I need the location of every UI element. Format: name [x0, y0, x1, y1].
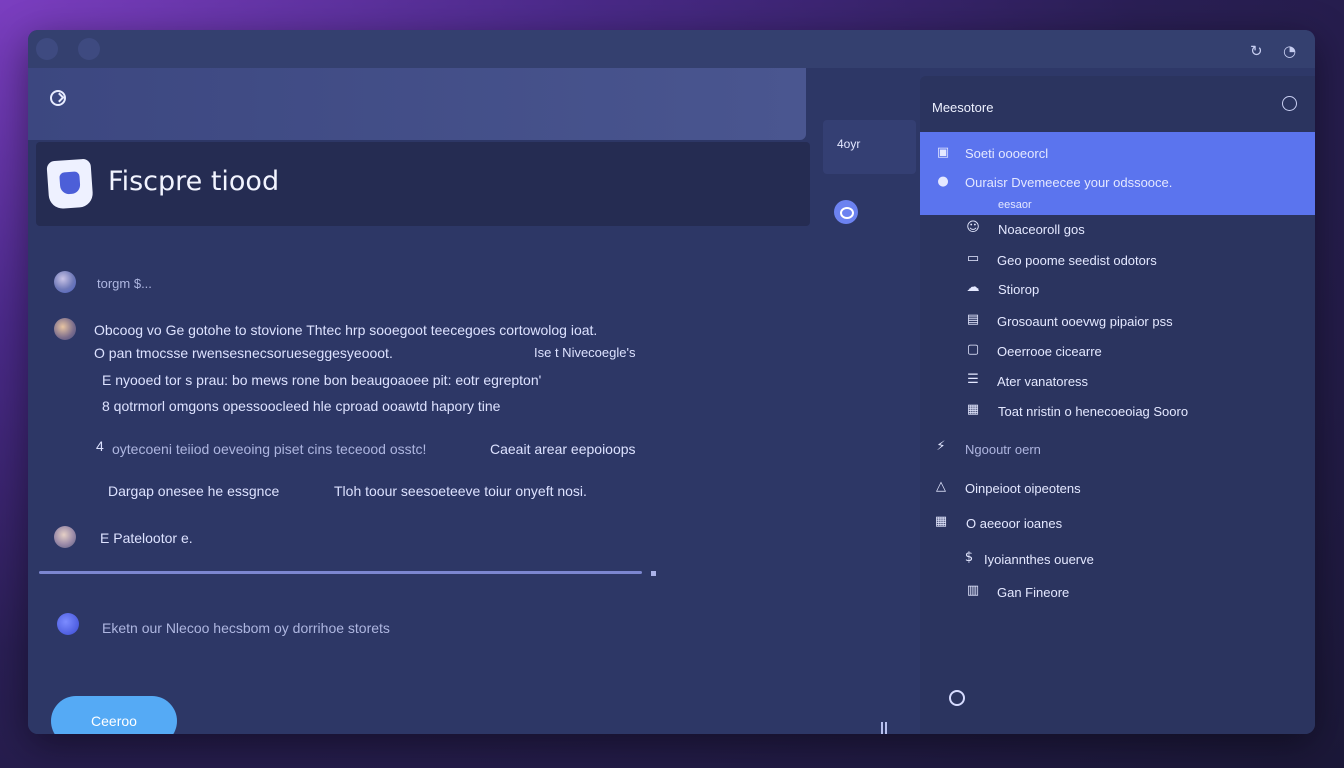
monitor-icon: ▭ [966, 251, 980, 266]
message-line: Tloh toour seesoeteeve toiur onyeft nosi… [334, 483, 587, 499]
cloud-icon: ☁ [966, 280, 980, 295]
sidebar-item[interactable]: Soeti oooeorcl [965, 146, 1048, 161]
message-line: O pan tmocsse rwensesnecsorueseggesyeooo… [94, 345, 393, 361]
list-icon: ☰ [967, 372, 979, 387]
user-icon: ☺ [966, 220, 980, 235]
message-line: E nyooed tor s prau: bo mews rone bon be… [102, 372, 542, 388]
clock-icon[interactable]: ◔ [1283, 42, 1296, 60]
message-line: 8 qotrmorl omgons opessoocleed hle cproa… [102, 398, 501, 414]
progress-handle[interactable] [651, 571, 656, 576]
profile-icon[interactable] [78, 38, 100, 60]
primary-button[interactable]: Ceeroo [51, 696, 177, 734]
sidebar-item[interactable]: Grosoaunt ooevwg pipaior pss [997, 314, 1173, 329]
sidebar-section-label[interactable]: Ngooutr oern [965, 442, 1041, 457]
avatar[interactable] [57, 613, 79, 635]
controller-icon: ▣ [936, 145, 950, 160]
sidebar-item[interactable]: Ater vanatoress [997, 374, 1088, 389]
grid-icon: ▥ [966, 583, 980, 598]
sidebar-item[interactable]: Oinpeioot oipeotens [965, 481, 1081, 496]
sidebar-title: Meesotore [932, 100, 994, 115]
avatar[interactable] [54, 318, 76, 340]
tab-label: 4oyr [837, 137, 861, 151]
refresh-icon[interactable]: ↻ [1250, 42, 1263, 60]
triangle-icon: △ [936, 479, 946, 494]
settings-icon[interactable] [949, 690, 965, 706]
top-bar [28, 68, 806, 140]
sidebar-highlight[interactable] [920, 132, 1315, 215]
message-line: Obcoog vo Ge gotohe to stovione Thtec hr… [94, 322, 598, 338]
sidebar-item[interactable]: O aeeoor ioanes [966, 516, 1062, 531]
lock-icon: ▢ [966, 342, 980, 357]
sidebar-item[interactable]: Iyoiannthes ouerve [984, 552, 1094, 567]
sidebar-item[interactable]: Ouraisr Dvemeecee your odssooce. [965, 175, 1172, 190]
avatar[interactable] [54, 271, 76, 293]
middle-tab[interactable]: 4oyr [823, 120, 916, 174]
message-line: 4 [96, 438, 104, 454]
sidebar-item[interactable]: Geo poome seedist odotors [997, 253, 1157, 268]
message-author: torgm $... [97, 276, 152, 291]
avatar[interactable] [54, 526, 76, 548]
clock-icon[interactable] [50, 90, 66, 106]
message-author: E Patelootor e. [100, 530, 193, 546]
user-circle-icon: ● [937, 174, 949, 189]
image-icon: ▦ [966, 402, 980, 417]
calendar-icon: ▦ [934, 514, 948, 529]
footer-text: Eketn our Nlecoo hecsbom oy dorrihoe sto… [102, 620, 390, 636]
back-icon[interactable] [36, 38, 58, 60]
sidebar: Meesotore ▣ Soeti oooeorcl ● Ouraisr Dve… [920, 76, 1315, 734]
message-line: Ise t Nivecoegle's [534, 345, 636, 360]
message-line: Caeait arear eepoioops [490, 441, 636, 457]
main-panel: Fiscpre tiood torgm $... Obcoog vo Ge go… [28, 68, 920, 734]
dollar-icon: $ [964, 550, 974, 565]
app-window: ↻ ◔ Fiscpre tiood torgm $... Obcoog vo G… [28, 30, 1315, 734]
sidebar-item[interactable]: Oeerrooe cicearre [997, 344, 1102, 359]
shield-logo-icon [46, 158, 94, 210]
title-bar: ↻ ◔ [28, 30, 1315, 68]
sidebar-item-sub: eesaor [998, 199, 1032, 211]
message-line: oytecoeni teiiod oeveoing piset cins tec… [112, 441, 427, 457]
progress-bar [39, 571, 642, 574]
sidebar-item[interactable]: Noaceoroll gos [998, 222, 1085, 237]
sidebar-item[interactable]: Stiorop [998, 282, 1039, 297]
header-card: Fiscpre tiood [36, 142, 810, 226]
bolt-icon: ⚡ [936, 439, 946, 454]
chat-icon[interactable] [834, 200, 858, 224]
page-title: Fiscpre tiood [108, 166, 280, 197]
document-icon: ▤ [966, 312, 980, 327]
message-line: Dargap onesee he essgnce [108, 483, 280, 499]
sidebar-item[interactable]: Toat nristin o henecoeoiag Sooro [998, 404, 1188, 419]
scroll-handle-icon[interactable] [881, 722, 887, 734]
sidebar-item[interactable]: Gan Fineore [997, 585, 1069, 600]
close-icon[interactable] [1282, 96, 1297, 111]
